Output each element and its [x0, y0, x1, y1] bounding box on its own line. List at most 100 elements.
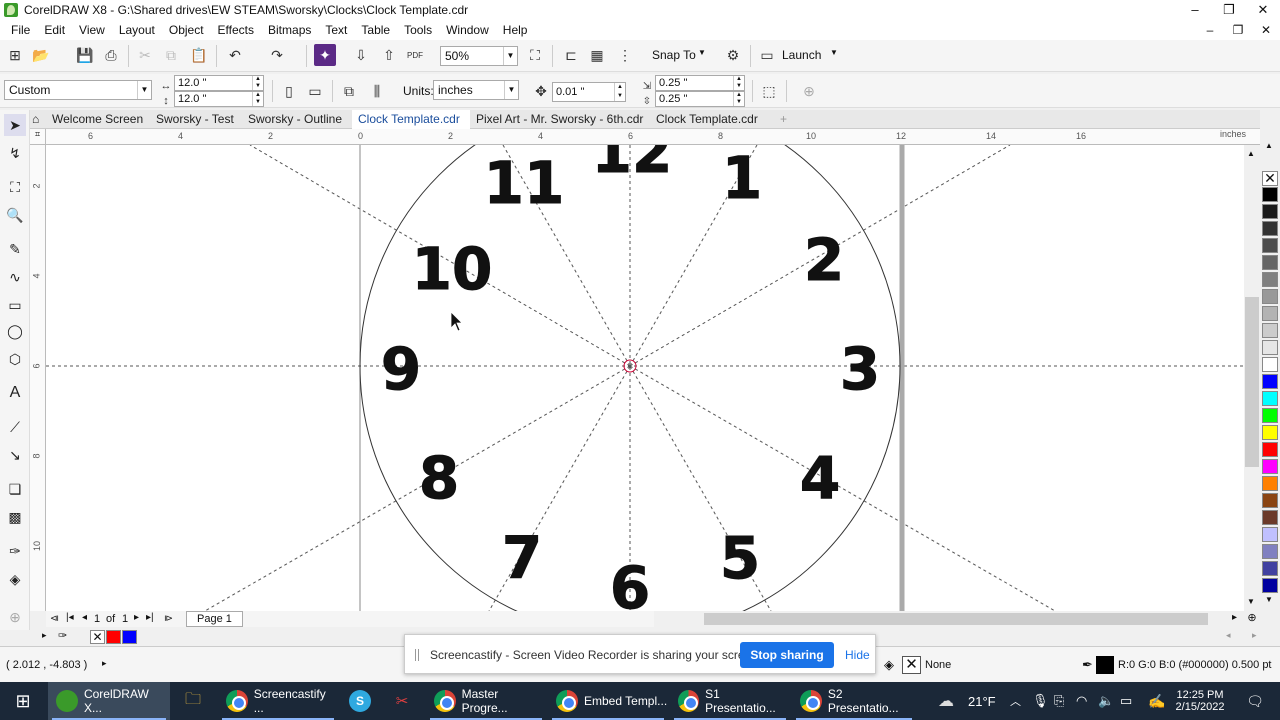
- tab-welcome-screen[interactable]: Welcome Screen: [46, 110, 150, 129]
- connector-tool-icon[interactable]: ↘: [4, 444, 26, 466]
- file-explorer-icon[interactable]: 🗀: [180, 682, 206, 720]
- grid-icon[interactable]: ▦: [586, 44, 608, 66]
- crop-tool-icon[interactable]: ⛶: [4, 176, 26, 198]
- maximize-button[interactable]: ❐: [1212, 0, 1246, 20]
- tab-pixel-art[interactable]: Pixel Art - Mr. Sworsky - 6th.cdr: [470, 110, 650, 129]
- add-icon[interactable]: ⊕: [798, 80, 820, 102]
- duplicate-x-input[interactable]: 0.25 " ▲ ▼: [655, 75, 745, 91]
- horizontal-scrollbar[interactable]: ▸: [654, 611, 1244, 627]
- doc-swatch-none[interactable]: ✕: [90, 630, 105, 644]
- open-folder-icon[interactable]: 📂: [30, 44, 52, 66]
- duplicate-y-input[interactable]: 0.25 " ▲ ▼: [655, 91, 745, 107]
- palette-swatch[interactable]: [1262, 374, 1278, 389]
- doc-palette-scroll-left-icon[interactable]: ◂: [1226, 630, 1231, 641]
- tab-clock-template-active[interactable]: Clock Template.cdr: [352, 110, 470, 129]
- windows-start-icon[interactable]: ⊞: [8, 682, 38, 720]
- doc-close-button[interactable]: ✕: [1252, 20, 1280, 40]
- doc-swatch-red[interactable]: [106, 630, 121, 644]
- eyedropper-icon[interactable]: ✑: [58, 629, 67, 642]
- notifications-icon[interactable]: 🗨: [1240, 682, 1270, 720]
- chevron-down-icon[interactable]: ▼: [830, 48, 838, 57]
- menu-effects[interactable]: Effects: [211, 23, 261, 37]
- palette-swatch[interactable]: [1262, 544, 1278, 559]
- first-page-icon[interactable]: ⧏: [50, 613, 59, 624]
- first-page-arrow-icon[interactable]: |◂: [66, 612, 74, 623]
- palette-swatch[interactable]: [1262, 357, 1278, 372]
- publish-pdf-icon[interactable]: PDF: [404, 44, 426, 66]
- palette-swatch[interactable]: [1262, 238, 1278, 253]
- horizontal-ruler[interactable]: 6 4 2 0 2 4 6 8 10 12 14 16 inches: [46, 129, 1260, 145]
- skype-icon[interactable]: S: [346, 682, 374, 720]
- network-icon[interactable]: ⎘: [1054, 682, 1064, 720]
- palette-swatch[interactable]: [1262, 289, 1278, 304]
- export-icon[interactable]: ⇧: [378, 44, 400, 66]
- palette-menu-icon[interactable]: ▸: [42, 630, 47, 641]
- full-screen-icon[interactable]: ⛶: [524, 44, 546, 66]
- menu-object[interactable]: Object: [162, 23, 211, 37]
- palette-swatch[interactable]: [1262, 408, 1278, 423]
- page-tab[interactable]: Page 1: [186, 611, 243, 627]
- all-pages-icon[interactable]: ⧉: [338, 80, 360, 102]
- landscape-icon[interactable]: ▭: [304, 80, 326, 102]
- page-width-input[interactable]: 12.0 " ▲ ▼: [174, 75, 264, 91]
- artistic-media-icon[interactable]: ∿: [4, 266, 26, 288]
- status-menu-icon[interactable]: ▸: [102, 658, 107, 669]
- taskbar-item-embed-template[interactable]: Embed Templ...: [548, 682, 668, 720]
- portrait-icon[interactable]: ▯: [278, 80, 300, 102]
- menu-text[interactable]: Text: [318, 23, 354, 37]
- palette-swatch[interactable]: [1262, 425, 1278, 440]
- add-tool-icon[interactable]: ⊕: [4, 606, 26, 628]
- treat-as-filled-icon[interactable]: ⬚: [758, 80, 780, 102]
- taskbar-item-s2-presentation[interactable]: S2 Presentatio...: [792, 682, 916, 720]
- current-page-icon[interactable]: ⫼: [366, 80, 388, 102]
- doc-minimize-button[interactable]: –: [1196, 20, 1224, 40]
- stop-sharing-button[interactable]: Stop sharing: [740, 642, 834, 668]
- palette-swatch[interactable]: [1262, 561, 1278, 576]
- freehand-tool-icon[interactable]: ✎: [4, 238, 26, 260]
- volume-icon[interactable]: 🔈: [1098, 682, 1114, 720]
- palette-swatch[interactable]: [1262, 255, 1278, 270]
- launch-icon[interactable]: ▭: [756, 44, 778, 66]
- palette-swatch[interactable]: [1262, 272, 1278, 287]
- paste-icon[interactable]: 📋: [188, 44, 210, 66]
- snap-to-button[interactable]: Snap To: [652, 48, 696, 62]
- taskbar-item-master-progress[interactable]: Master Progre...: [426, 682, 546, 720]
- copy-icon[interactable]: ⧉: [160, 44, 182, 66]
- last-page-icon[interactable]: ▸|: [146, 612, 154, 623]
- drawing-canvas[interactable]: 12 1 2 3 4 5 6 7 8 9 10 11: [46, 145, 1260, 611]
- tab-clock-template[interactable]: Clock Template.cdr: [650, 110, 768, 129]
- palette-swatch[interactable]: [1262, 391, 1278, 406]
- corel-connect-icon[interactable]: ✦: [314, 44, 336, 66]
- dimension-tool-icon[interactable]: ⟋: [4, 416, 26, 438]
- menu-bitmaps[interactable]: Bitmaps: [261, 23, 318, 37]
- page-size-preset-select[interactable]: Custom ▼: [4, 80, 152, 100]
- ruler-origin-icon[interactable]: ⌗: [30, 129, 46, 145]
- vertical-ruler[interactable]: 2 4 6 8 10: [30, 145, 46, 611]
- palette-swatch[interactable]: [1262, 476, 1278, 491]
- chevron-up-icon[interactable]: ︿: [1010, 682, 1021, 720]
- menu-edit[interactable]: Edit: [37, 23, 72, 37]
- chevron-down-icon[interactable]: ▼: [698, 48, 706, 57]
- import-icon[interactable]: ⇩: [350, 44, 372, 66]
- new-tab-icon[interactable]: +: [774, 110, 790, 129]
- gear-icon[interactable]: ⚙: [722, 44, 744, 66]
- snipping-tool-icon[interactable]: ✂: [390, 682, 414, 720]
- text-tool-icon[interactable]: A: [4, 382, 26, 404]
- palette-swatch[interactable]: [1262, 221, 1278, 236]
- microphone-icon[interactable]: 🎙: [1032, 682, 1049, 720]
- doc-palette-scroll-right-icon[interactable]: ▸: [1252, 630, 1257, 641]
- eyedropper-icon[interactable]: ✑: [4, 540, 26, 562]
- system-clock[interactable]: 12:25 PM 2/15/2022: [1170, 682, 1230, 720]
- print-icon[interactable]: ⎙: [100, 44, 122, 66]
- close-button[interactable]: ✕: [1246, 0, 1280, 20]
- shape-tool-icon[interactable]: ↯: [4, 142, 26, 164]
- menu-view[interactable]: View: [72, 23, 112, 37]
- polygon-tool-icon[interactable]: ⬡: [4, 348, 26, 370]
- outline-color-swatch[interactable]: [1096, 656, 1114, 674]
- palette-scroll-up-icon[interactable]: ▲: [1265, 141, 1273, 150]
- palette-swatch[interactable]: [1262, 306, 1278, 321]
- palette-swatch[interactable]: [1262, 459, 1278, 474]
- taskbar-item-coreldraw[interactable]: CorelDRAW X...: [48, 682, 170, 720]
- pen-workspace-icon[interactable]: ✍: [1148, 682, 1165, 720]
- horizontal-scroll-thumb[interactable]: [704, 613, 1208, 625]
